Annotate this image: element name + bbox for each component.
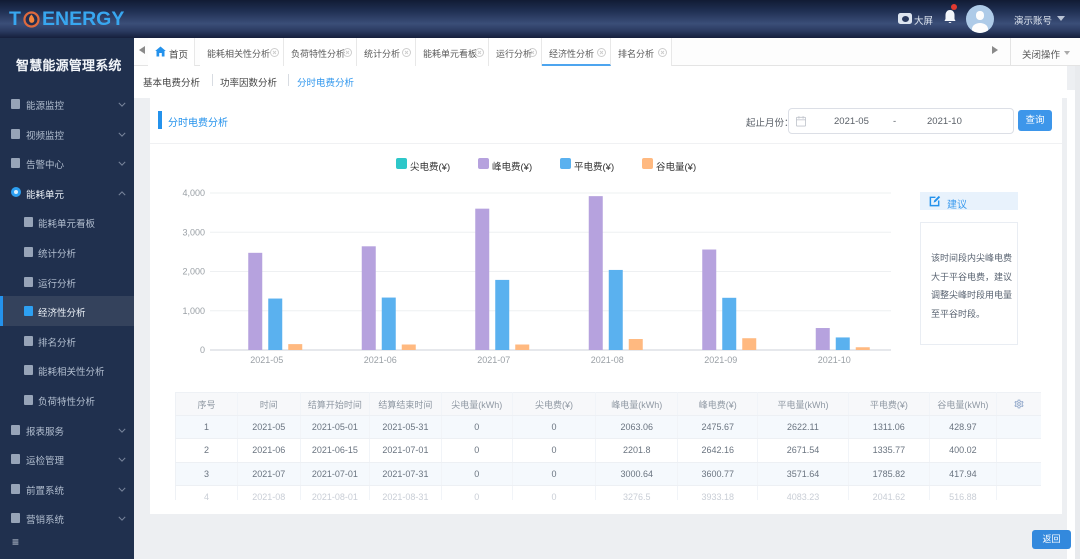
svg-text:2021-08: 2021-08 [591,355,624,365]
svg-text:3,000: 3,000 [182,227,205,237]
svg-text:4,000: 4,000 [182,188,205,198]
svg-text:2021-10: 2021-10 [818,355,851,365]
svg-text:2021-07: 2021-07 [477,355,510,365]
svg-text:2021-06: 2021-06 [364,355,397,365]
svg-text:2021-05: 2021-05 [250,355,283,365]
svg-text:2,000: 2,000 [182,267,205,277]
svg-text:2021-09: 2021-09 [704,355,737,365]
svg-text:0: 0 [200,345,205,355]
svg-text:1,000: 1,000 [182,306,205,316]
